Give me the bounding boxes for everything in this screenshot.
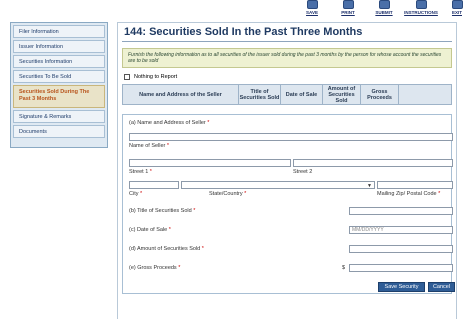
col-header-amount: Amount of Securities Sold [323,85,361,104]
sidebar-item-securities-information[interactable]: Securities Information [13,55,105,68]
exit-icon [451,0,463,9]
col-header-name-address: Name and Address of the Seller [123,85,239,104]
state-country-label: State/Country * [209,191,247,197]
exit-button[interactable]: EXIT [442,0,472,17]
street1-input[interactable] [129,159,291,167]
save-icon [306,0,318,9]
date-of-sale-input[interactable]: MM/DD/YYYY [349,226,453,234]
submit-button[interactable]: SUBMIT [366,0,402,17]
date-of-sale-label: (c) Date of Sale * [129,227,171,233]
save-security-button[interactable]: Save Security [378,282,425,292]
col-header-blank [399,85,451,104]
city-label: City * [129,191,143,197]
title-divider [122,41,452,42]
save-label: SAVE [306,10,318,15]
securities-table-header: Name and Address of the Seller Title of … [122,84,452,105]
street2-input[interactable] [293,159,453,167]
print-button[interactable]: PRINT [330,0,366,17]
sidebar-item-issuer-information[interactable]: Issuer Information [13,40,105,53]
instructions-button[interactable]: INSTRUCTIONS [398,0,444,17]
sidebar-item-signature-remarks[interactable]: Signature & Remarks [13,110,105,123]
sidebar-item-securities-sold-past-3-months[interactable]: Securities Sold During The Past 3 Months [13,85,105,108]
sidebar-item-securities-to-be-sold[interactable]: Securities To Be Sold [13,70,105,83]
security-entry-form: (a) Name and Address of Seller * Name of… [122,114,455,294]
instructions-box: Furnish the following information as to … [122,48,452,68]
submit-icon [378,0,390,9]
instructions-icon [415,0,427,9]
sidebar-item-filer-information[interactable]: Filer Information [13,25,105,38]
amount-sold-label: (d) Amount of Securities Sold * [129,246,204,252]
save-button[interactable]: SAVE [294,0,330,17]
main-panel: 144: Securities Sold In the Past Three M… [117,22,457,319]
page-title: 144: Securities Sold In the Past Three M… [124,26,363,38]
zip-code-input[interactable] [377,181,453,189]
chevron-down-icon: ▼ [367,183,372,189]
sidebar-item-documents[interactable]: Documents [13,125,105,138]
title-of-securities-input[interactable] [349,207,453,215]
seller-section-label: (a) Name and Address of Seller * [129,120,210,126]
amount-sold-input[interactable] [349,245,453,253]
col-header-title: Title of Securities Sold [239,85,281,104]
col-header-date: Date of Sale [281,85,323,104]
gross-proceeds-input[interactable] [349,264,453,272]
nothing-to-report-checkbox[interactable] [124,73,130,80]
print-icon [342,0,354,9]
state-country-select[interactable]: ▼ [181,181,375,189]
submit-label: SUBMIT [375,10,393,15]
instructions-label: INSTRUCTIONS [404,10,438,15]
currency-symbol: $ [342,265,346,271]
sidebar: Filer Information Issuer Information Sec… [10,22,108,148]
street1-label: Street 1 * [129,169,152,175]
title-of-securities-label: (b) Title of Securities Sold * [129,208,196,214]
print-label: PRINT [341,10,355,15]
street2-label: Street 2 [293,169,313,175]
gross-proceeds-label: (e) Gross Proceeds * [129,265,181,271]
zip-code-label: Mailing Zip/ Postal Code * [377,191,441,197]
toolbar: SAVE PRINT SUBMIT INSTRUCTIONS EXIT [290,0,474,17]
nothing-to-report-row: Nothing to Report [124,72,450,81]
cancel-button[interactable]: Cancel [428,282,455,292]
col-header-proceeds: Gross Proceeds [361,85,399,104]
nothing-to-report-label: Nothing to Report [134,73,178,80]
exit-label: EXIT [451,10,462,15]
seller-name-input[interactable] [129,133,453,141]
city-input[interactable] [129,181,179,189]
seller-name-label: Name of Seller * [129,143,170,149]
